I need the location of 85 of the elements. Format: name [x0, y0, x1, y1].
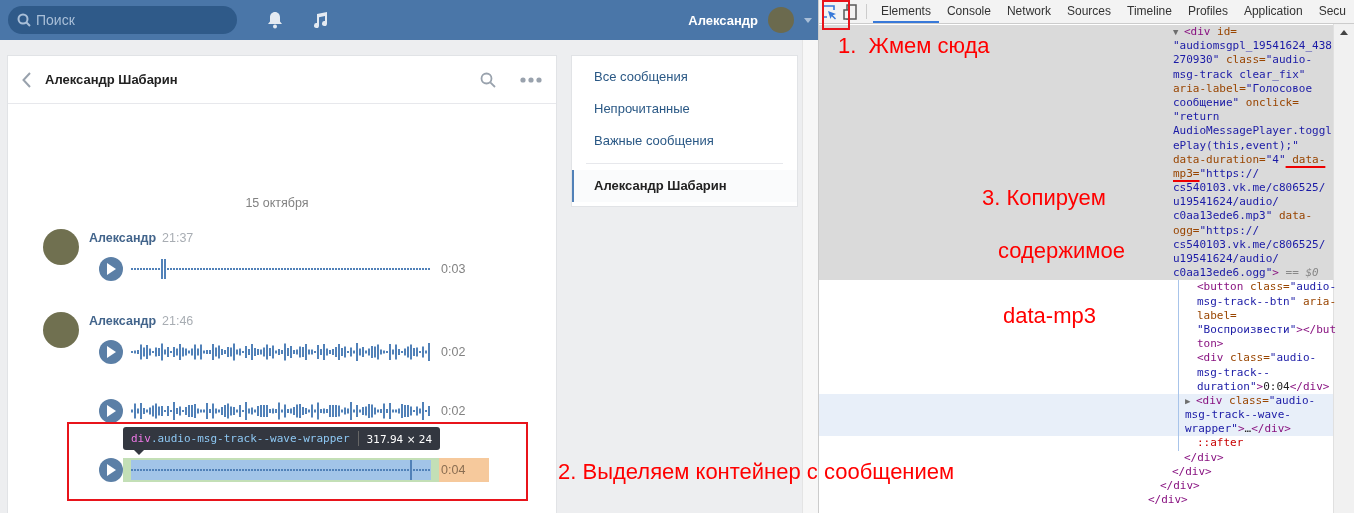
code-line: u19541624/audio/: [1173, 195, 1279, 210]
code-line: u19541624/audio/: [1173, 252, 1279, 267]
devtools-tab[interactable]: Console: [938, 0, 999, 23]
play-icon: [106, 263, 116, 275]
devtools-tab[interactable]: Profiles: [1179, 0, 1236, 23]
search-icon: [17, 13, 31, 27]
play-button[interactable]: [99, 340, 123, 364]
author-name[interactable]: Александр: [89, 230, 157, 246]
user-name[interactable]: Александр: [688, 12, 758, 28]
devtools-tab[interactable]: Timeline: [1119, 0, 1180, 23]
code-line: msg-track clear_fix": [1173, 67, 1306, 82]
author-name[interactable]: Александр: [89, 313, 157, 329]
code-line: msg-track--: [1197, 365, 1270, 380]
search-icon[interactable]: [480, 71, 496, 88]
audio-duration: 0:03: [440, 261, 467, 278]
play-icon: [106, 346, 116, 358]
menu-item[interactable]: Александр Шабарин: [572, 170, 797, 202]
code-line: mp3="https://: [1173, 166, 1260, 182]
scroll-up-icon[interactable]: [1340, 30, 1348, 35]
code-line: data-duration="4" data-: [1173, 152, 1326, 167]
annotation-text: data-mp3: [1003, 303, 1096, 329]
page-scrollbar[interactable]: [802, 40, 818, 513]
code-line: aria-label="Голосовое: [1173, 81, 1313, 96]
element-size: 317.94 × 24: [366, 432, 433, 445]
code-line: c0aa13ede6.mp3" data-: [1173, 209, 1313, 224]
code-line: </div>: [1148, 493, 1188, 508]
audio-duration: 0:02: [440, 403, 467, 420]
code-line: c0aa13ede6.ogg"> == $0: [1173, 266, 1319, 281]
code-line: wrapper">…</div>: [1185, 422, 1291, 437]
date-divider: 15 октября: [244, 195, 310, 211]
code-line: label=: [1197, 308, 1237, 323]
menu-item[interactable]: Непрочитанные: [572, 93, 797, 125]
play-icon: [106, 405, 116, 417]
code-line: </div>: [1184, 450, 1224, 465]
annotation-text: содержимое: [998, 238, 1125, 264]
code-line: cs540103.vk.me/c806525/: [1173, 181, 1326, 196]
play-button[interactable]: [99, 458, 123, 482]
play-icon: [106, 464, 116, 476]
author-avatar[interactable]: [43, 229, 79, 265]
code-line: </div>: [1160, 479, 1200, 494]
annotation-text: 3. Копируем: [982, 185, 1106, 211]
annotation-text: 1. Жмем сюда: [838, 33, 990, 59]
code-line: ▼ <div id=: [1173, 25, 1237, 40]
code-line: "return: [1173, 110, 1220, 125]
dom-node-row[interactable]: [1173, 25, 1333, 281]
dom-node-row[interactable]: <div class="audio- msg-track-- duration">0:04</div>: [1185, 351, 1333, 394]
devtools-tab[interactable]: Secu: [1310, 0, 1354, 23]
dialog-title: Александр Шабарин: [45, 72, 178, 87]
code-line: ePlay(this,event);": [1173, 138, 1299, 153]
code-line: сообщение" onclick=: [1173, 95, 1299, 111]
element-selector: div.audio-msg-track--wave-wrapper: [131, 432, 350, 445]
dom-node-row[interactable]: ::after: [1185, 436, 1333, 451]
code-line: msg-track--wave-: [1185, 408, 1291, 423]
music-note-icon[interactable]: [312, 11, 328, 29]
devtools-tab[interactable]: Sources: [1058, 0, 1119, 23]
code-line: AudioMessagePlayer.toggl: [1173, 124, 1332, 139]
author-avatar[interactable]: [43, 312, 79, 348]
annotation-text: 2. Выделяем контейнер с сообщением: [558, 459, 955, 485]
message-time: 21:46: [162, 313, 194, 329]
menu-item[interactable]: Все сообщения: [572, 61, 797, 93]
audio-duration: 0:04: [439, 458, 489, 482]
notifications-bell-icon[interactable]: [267, 11, 283, 29]
code-line: 270930" class="audio-: [1173, 53, 1313, 68]
code-line: <div class="audio-: [1197, 351, 1317, 366]
highlight-frame: [822, 0, 850, 30]
caret-icon[interactable]: [804, 17, 812, 23]
code-line: duration">0:04</div>: [1197, 379, 1330, 394]
devtools-tab[interactable]: Network: [998, 0, 1059, 23]
play-button[interactable]: [99, 257, 123, 281]
code-line: ton>: [1197, 337, 1224, 352]
scrollbar[interactable]: [1333, 24, 1354, 513]
search-field[interactable]: Поиск: [8, 6, 237, 34]
code-line: ::after: [1197, 436, 1244, 451]
more-dots-icon[interactable]: [520, 76, 542, 83]
code-line: cs540103.vk.me/c806525/: [1173, 237, 1326, 252]
audio-duration: 0:02: [440, 344, 467, 361]
message-time: 21:37: [162, 230, 194, 246]
code-line: "audiomsgpl_19541624_438: [1173, 39, 1332, 54]
code-line: </div>: [1172, 464, 1212, 479]
devtools-tab[interactable]: Elements: [872, 0, 939, 23]
play-button[interactable]: [99, 399, 123, 423]
devtools-tab[interactable]: Application: [1235, 0, 1311, 23]
code-line: ogg="https://: [1173, 223, 1260, 238]
code-line: ▶ <div class="audio-: [1185, 393, 1316, 409]
menu-item[interactable]: Важные сообщения: [572, 125, 797, 157]
